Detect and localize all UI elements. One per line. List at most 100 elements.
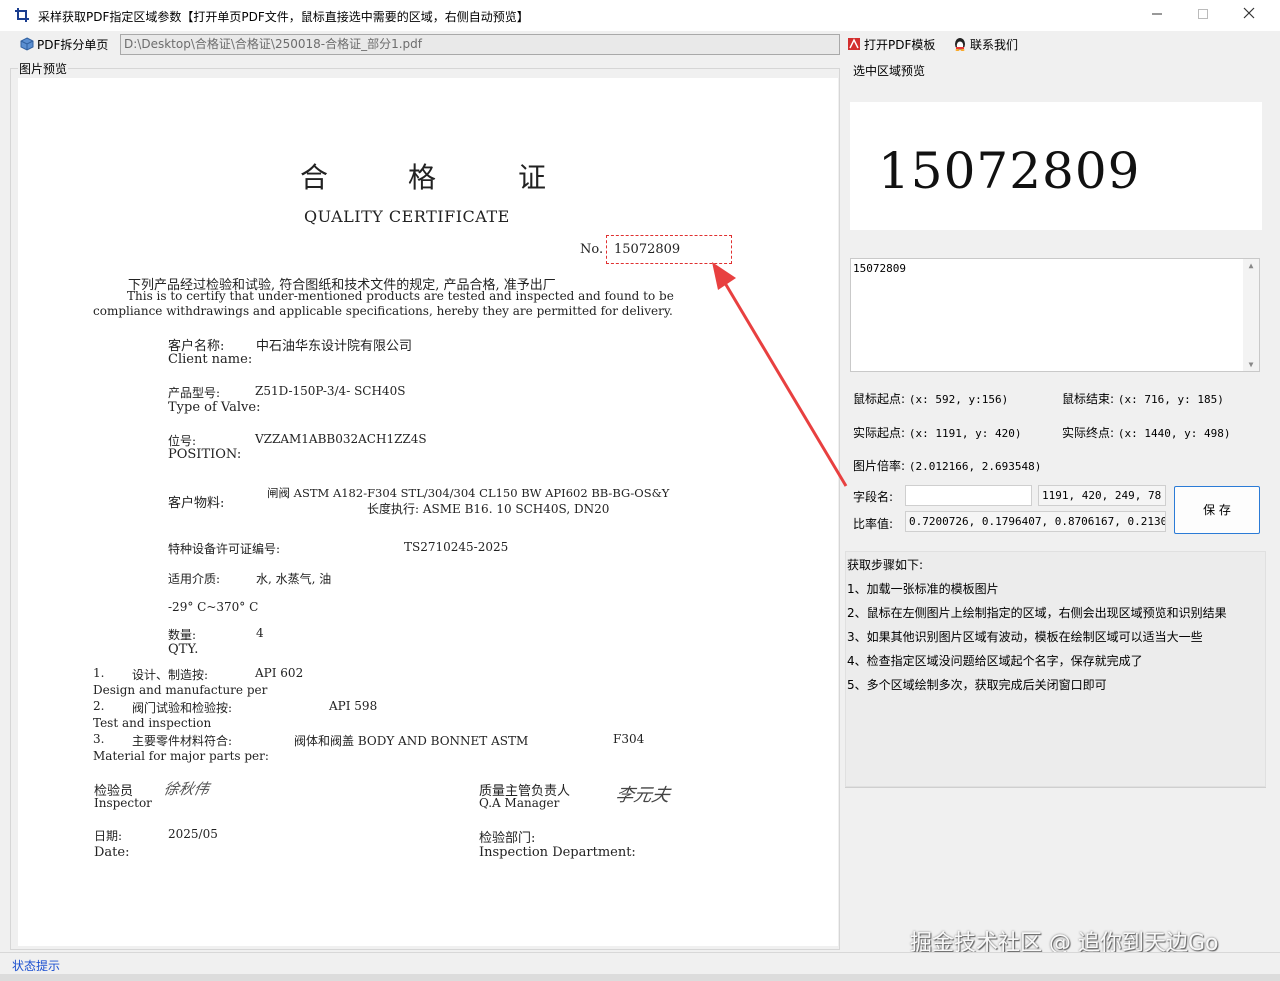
contact-button[interactable]: 联系我们 — [953, 35, 1018, 55]
annotation-arrow — [712, 262, 848, 487]
arrow-shaft — [720, 277, 848, 487]
doc-dept-cn: 检验部门: — [479, 831, 536, 846]
step-item: 2、鼠标在左侧图片上绘制指定的区域，右侧会出现区域预览和识别结果 — [847, 606, 1227, 620]
save-button[interactable]: 保 存 — [1174, 486, 1260, 534]
pdf-path-field[interactable]: D:\Desktop\合格证\合格证\250018-合格证_部分1.pdf — [120, 34, 840, 55]
open-template-button[interactable]: 打开PDF模板 — [847, 35, 935, 55]
ratio-value-field[interactable]: 0.7200726, 0.1796407, 0.8706167, 0.21300… — [905, 511, 1166, 532]
image-preview-label: 图片预览 — [18, 60, 69, 77]
doc-material-value-1: 闸阀 ASTM A182-F304 STL/304/304 CL150 BW A… — [267, 486, 670, 500]
toolbar: PDF拆分单页 D:\Desktop\合格证\合格证\250018-合格证_部分… — [0, 31, 1280, 58]
step-item: 3、如果其他识别图片区域有波动，模板在绘制区域可以适当大一些 — [847, 630, 1203, 644]
doc-item3-value2: F304 — [613, 732, 645, 746]
crop-preview-text: 15072809 — [878, 142, 1141, 200]
maximize-button[interactable] — [1180, 0, 1226, 31]
doc-medium-label: 适用介质: — [168, 572, 221, 586]
doc-type-label-cn: 产品型号: — [168, 386, 221, 400]
window-title: 采样获取PDF指定区域参数【打开单页PDF文件，鼠标直接选中需要的区域，右侧自动… — [38, 10, 529, 24]
mouse-start-row: 鼠标起点: (x: 592, y:156) — [853, 390, 1008, 407]
doc-item3-label: 主要零件材料符合: — [132, 734, 233, 748]
rect-value-field[interactable]: 1191, 420, 249, 78 — [1038, 485, 1166, 506]
doc-client-value: 中石油华东设计院有限公司 — [256, 339, 413, 354]
close-icon — [1243, 7, 1255, 19]
mouse-end-row: 鼠标结束: (x: 716, y: 185) — [1062, 390, 1224, 407]
doc-dept-en: Inspection Department: — [479, 845, 636, 860]
status-text: 状态提示 — [12, 959, 61, 973]
arrow-head — [712, 262, 736, 290]
divider — [845, 787, 1266, 788]
inspector-signature: 徐秋伟 — [161, 780, 211, 798]
doc-material-value-2: 长度执行: ASME B16. 10 SCH40S, DN20 — [367, 502, 610, 516]
selection-preview-label: 选中区域预览 — [852, 62, 927, 79]
title-bar: 采样获取PDF指定区域参数【打开单页PDF文件，鼠标直接选中需要的区域，右侧自动… — [0, 0, 1280, 31]
doc-client-label-en: Client name: — [168, 352, 253, 367]
doc-no-label: No. — [580, 242, 604, 257]
doc-inspector-en: Inspector — [94, 796, 152, 810]
close-button[interactable] — [1226, 0, 1272, 31]
doc-item2-en: Test and inspection — [93, 716, 212, 730]
penguin-icon — [955, 38, 965, 51]
real-start-row: 实际起点: (x: 1191, y: 420) — [853, 424, 1021, 441]
scale-row: 图片倍率: (2.012166, 2.693548) — [853, 457, 1041, 474]
doc-title-char-2: 格 — [408, 161, 437, 194]
doc-date-value: 2025/05 — [168, 827, 218, 841]
doc-item3-en: Material for major parts per: — [93, 749, 269, 763]
field-name-input[interactable] — [905, 485, 1032, 506]
real-end-label: 实际终点: — [1062, 426, 1115, 440]
qa-signature: 李元夫 — [613, 785, 672, 806]
doc-title-char-3: 证 — [518, 161, 547, 194]
app-window: 采样获取PDF指定区域参数【打开单页PDF文件，鼠标直接选中需要的区域，右侧自动… — [0, 0, 1280, 981]
window-bottom-edge — [0, 974, 1280, 981]
doc-license-label: 特种设备许可证编号: — [168, 542, 281, 556]
doc-qty-label-cn: 数量: — [168, 628, 197, 642]
scroll-up-icon[interactable]: ▲ — [1246, 261, 1256, 270]
mouse-start-value: (x: 592, y:156) — [908, 393, 1009, 406]
doc-title-en: QUALITY CERTIFICATE — [304, 207, 510, 226]
ocr-result-text: 15072809 — [853, 262, 906, 275]
doc-type-value: Z51D-150P-3/4- SCH40S — [255, 384, 406, 398]
doc-item2-label: 阀门试验和检验按: — [132, 701, 233, 715]
real-end-row: 实际终点: (x: 1440, y: 498) — [1062, 424, 1230, 441]
real-start-label: 实际起点: — [853, 426, 906, 440]
steps-panel: 获取步骤如下: 1、加载一张标准的模板图片 2、鼠标在左侧图片上绘制指定的区域，… — [845, 551, 1266, 787]
doc-item2-value: API 598 — [329, 699, 378, 713]
contact-label: 联系我们 — [970, 38, 1019, 52]
ocr-scrollbar[interactable]: ▲ ▼ — [1243, 259, 1259, 371]
split-pdf-label: PDF拆分单页 — [37, 38, 109, 52]
doc-qty-value: 4 — [256, 626, 264, 640]
scroll-down-icon[interactable]: ▼ — [1246, 360, 1256, 369]
doc-item1-value: API 602 — [255, 666, 304, 680]
doc-material-label: 客户物料: — [168, 496, 225, 511]
doc-medium-value: 水, 水蒸气, 油 — [256, 572, 332, 586]
real-start-value: (x: 1191, y: 420) — [908, 427, 1022, 440]
doc-qa-en: Q.A Manager — [479, 796, 560, 810]
doc-title-char-1: 合 — [300, 161, 329, 194]
pdf-icon — [848, 38, 860, 50]
steps-title: 获取步骤如下: — [847, 558, 924, 572]
minimize-button[interactable] — [1134, 0, 1180, 31]
mouse-start-label: 鼠标起点: — [853, 392, 906, 406]
doc-intro-en-2: compliance withdrawings and applicable s… — [93, 304, 673, 318]
doc-position-label-en: POSITION: — [168, 447, 242, 462]
pdf-page-canvas[interactable]: 合 格 证 QUALITY CERTIFICATE No. 15072809 下… — [18, 78, 838, 946]
doc-temperature: -29° C~370° C — [168, 600, 259, 614]
doc-position-value: VZZAM1ABB032ACH1ZZ4S — [255, 432, 427, 446]
status-bar: 状态提示 — [0, 952, 1280, 974]
open-template-label: 打开PDF模板 — [864, 38, 936, 52]
mouse-end-label: 鼠标结束: — [1062, 392, 1115, 406]
real-end-value: (x: 1440, y: 498) — [1117, 427, 1231, 440]
scale-label: 图片倍率: — [853, 459, 906, 473]
ratio-label: 比率值: — [853, 517, 894, 531]
field-name-label: 字段名: — [853, 490, 894, 504]
minimize-icon — [1152, 13, 1162, 15]
mouse-end-value: (x: 716, y: 185) — [1117, 393, 1224, 406]
scale-value: (2.012166, 2.693548) — [908, 460, 1042, 473]
cube-icon — [20, 37, 34, 51]
doc-license-value: TS2710245-2025 — [404, 540, 509, 554]
ocr-result-textarea[interactable]: 15072809 ▲ ▼ — [850, 258, 1260, 372]
crop-icon — [14, 7, 30, 23]
split-pdf-button[interactable]: PDF拆分单页 — [20, 35, 108, 55]
doc-item1-en: Design and manufacture per — [93, 683, 268, 697]
doc-qty-label-en: QTY. — [168, 642, 199, 657]
maximize-icon — [1198, 9, 1208, 19]
